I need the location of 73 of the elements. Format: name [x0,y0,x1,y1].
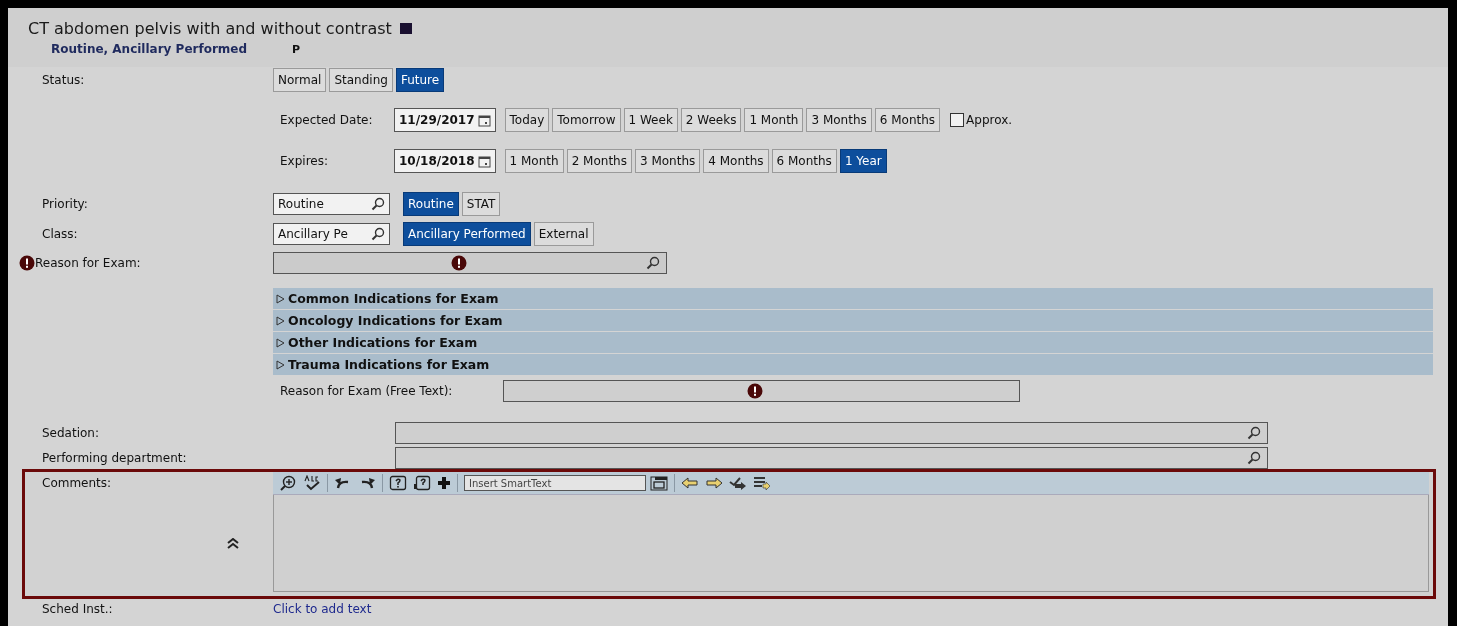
class-field[interactable]: Ancillary Pe [273,223,390,245]
order-title: CT abdomen pelvis with and without contrast [28,18,392,38]
color-swatch-icon [399,22,412,34]
duration-button[interactable]: 6 Months [771,149,837,173]
field-label: Expires: [279,154,329,168]
plus-icon[interactable] [437,476,451,490]
checkbox-label: Approx. [966,113,1013,127]
free-text-field[interactable] [503,380,1020,402]
date-field[interactable]: 11/29/2017 [394,108,496,132]
help-box-icon[interactable] [389,475,407,491]
indication-section-header[interactable]: Other Indications for Exam [273,332,1433,353]
duration-button[interactable]: 4 Months [703,149,769,173]
field-label: Comments: [42,476,112,490]
expand-icon [276,337,285,348]
order-letter-label: P [292,42,301,56]
expand-icon [276,293,285,304]
calendar-icon [477,154,491,168]
priority-button[interactable]: Routine [403,192,459,216]
search-icon [371,197,385,211]
status-button[interactable]: Normal [273,68,327,92]
date-shortcut-button[interactable]: Tomorrow [552,108,621,132]
indication-section-header[interactable]: Trauma Indications for Exam [273,354,1433,375]
zoom-in-icon[interactable] [279,475,297,491]
expand-icon [276,315,285,326]
check-arrow-icon[interactable] [729,476,747,490]
field-label: Sched Inst.: [41,602,114,616]
date-field[interactable]: 10/18/2018 [394,149,496,173]
windows-icon[interactable] [650,475,668,491]
search-icon [646,256,660,270]
date-shortcut-button[interactable]: 1 Week [623,108,678,132]
list-arrow-icon[interactable] [753,476,771,490]
collapse-icon[interactable] [227,538,239,549]
right-arrow-icon[interactable] [705,477,723,489]
class-button[interactable]: Ancillary Performed [403,222,531,246]
status-button[interactable]: Standing [329,68,393,92]
date-shortcut-button[interactable]: 1 Month [744,108,804,132]
field-label: Priority: [41,197,89,211]
expand-icon [276,359,285,370]
duration-button[interactable]: 1 Month [504,149,564,173]
field-label: Reason for Exam: [35,256,141,270]
add-text-link[interactable]: Click to add text [273,602,372,616]
search-icon [1247,451,1261,465]
left-arrow-icon[interactable] [681,477,699,489]
field-label: Expected Date: [279,113,374,127]
calendar-icon [477,113,491,127]
duration-button[interactable]: 3 Months [634,149,701,173]
reason-field[interactable] [273,252,667,274]
field-label: Performing department: [41,451,188,465]
indication-section-header[interactable]: Common Indications for Exam [273,288,1433,309]
class-button[interactable]: External [533,222,594,246]
duration-button[interactable]: 1 Year [839,149,887,173]
smarttext-field[interactable]: Insert SmartText [464,475,646,491]
search-icon [1247,426,1261,440]
field-label: Status: [41,73,86,87]
indication-section-header[interactable]: Oncology Indications for Exam [273,310,1433,331]
help-box-icon[interactable] [413,475,431,491]
order-summary: Routine, Ancillary Performed [51,42,249,56]
date-shortcut-button[interactable]: Today [504,108,550,132]
search-icon [371,227,385,241]
status-button[interactable]: Future [395,68,445,92]
field-label: Class: [41,227,79,241]
approx-checkbox[interactable] [950,113,965,127]
field-label: Reason for Exam (Free Text): [279,384,454,398]
date-shortcut-button[interactable]: 3 Months [806,108,872,132]
sedation-field[interactable] [395,422,1268,444]
date-shortcut-button[interactable]: 6 Months [874,108,941,132]
priority-button[interactable]: STAT [461,192,501,216]
duration-button[interactable]: 2 Months [566,149,632,173]
date-shortcut-button[interactable]: 2 Weeks [680,108,742,132]
priority-field[interactable]: Routine [273,193,390,215]
department-field[interactable] [395,447,1268,469]
field-label: Sedation: [41,426,100,440]
spellcheck-icon[interactable] [303,475,321,491]
